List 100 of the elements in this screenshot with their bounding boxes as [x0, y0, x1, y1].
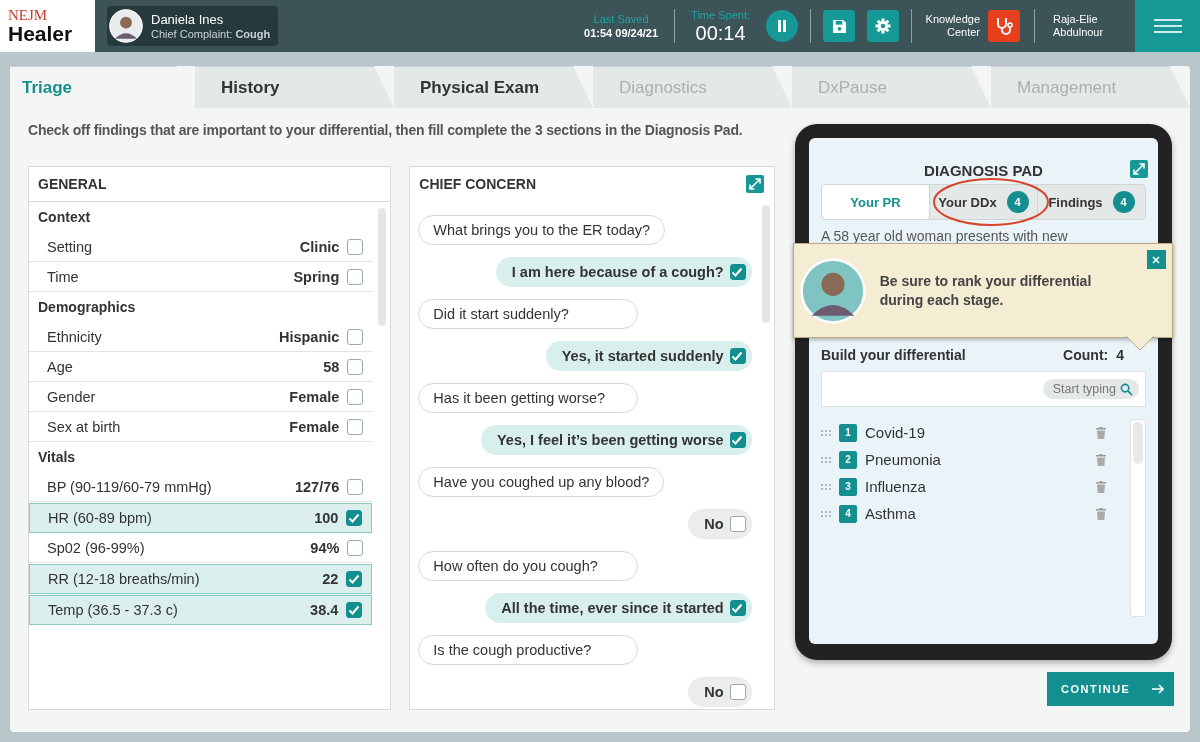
- pad-tab[interactable]: Findings 4: [1037, 185, 1145, 219]
- finding-label: Setting: [47, 238, 94, 255]
- arrow-right-icon: [1152, 684, 1164, 694]
- drag-handle-icon[interactable]: [821, 483, 831, 490]
- finding-label: Age: [47, 358, 74, 375]
- expand-icon[interactable]: [745, 175, 764, 193]
- checkbox[interactable]: [347, 478, 364, 495]
- drag-handle-icon[interactable]: [821, 429, 831, 436]
- button-label: CONTINUE: [1061, 683, 1131, 695]
- answer-text: No: [704, 516, 724, 532]
- user-name: Raja-Elie Abdulnour: [1053, 13, 1105, 39]
- finding-label: Gender: [47, 388, 97, 405]
- expand-icon[interactable]: [1130, 160, 1148, 178]
- finding-label: BP (90-119/60-79 mmHg): [47, 478, 213, 495]
- checkbox[interactable]: [347, 388, 364, 405]
- logo-mark: NEJM: [8, 7, 48, 23]
- checkbox[interactable]: [729, 600, 746, 616]
- answer-bubble[interactable]: No: [688, 509, 752, 539]
- search-field[interactable]: Start typing: [821, 371, 1146, 407]
- panel-title: CHIEF CONCERN: [419, 176, 536, 192]
- finding-label: Sp02 (96-99%): [47, 539, 146, 556]
- checkbox[interactable]: [729, 516, 746, 532]
- question-bubble[interactable]: Did it start suddenly?: [418, 299, 639, 329]
- checkbox[interactable]: [729, 264, 746, 280]
- finding-label: RR (12-18 breaths/min): [48, 571, 201, 587]
- answer-bubble[interactable]: Yes, I feel it’s been getting worse: [481, 425, 752, 455]
- trash-icon[interactable]: [1096, 507, 1106, 520]
- checkbox[interactable]: [347, 238, 364, 255]
- menu-button[interactable]: [1135, 0, 1200, 52]
- answer-text: Yes, it started suddenly: [561, 348, 724, 364]
- finding-value: 58: [323, 358, 340, 375]
- answer-bubble[interactable]: No: [688, 677, 752, 707]
- trash-icon[interactable]: [1096, 426, 1106, 439]
- finding-label: Temp (36.5 - 37.3 c): [48, 602, 179, 618]
- avatar: [109, 9, 143, 43]
- count-value: 4: [1116, 347, 1124, 363]
- timer: 00:14: [695, 22, 746, 44]
- settings-button[interactable]: [867, 10, 899, 42]
- tooltip-text: Be sure to rank your differential during each stage.: [879, 271, 1093, 310]
- finding-value: 22: [322, 571, 339, 587]
- menu-icon: [1153, 18, 1182, 34]
- scrollbar[interactable]: [378, 208, 387, 326]
- checkbox[interactable]: [346, 571, 363, 587]
- pad-title: DIAGNOSIS PAD: [923, 162, 1044, 181]
- tab[interactable]: Physical Exam: [394, 66, 593, 108]
- answer-text: Yes, I feel it’s been getting worse: [497, 432, 724, 448]
- avatar: [799, 257, 866, 324]
- finding-value: 94%: [310, 539, 340, 556]
- checkbox[interactable]: [347, 539, 364, 556]
- settings-icon: [875, 18, 891, 34]
- tab[interactable]: History: [195, 66, 394, 108]
- checkbox[interactable]: [347, 328, 364, 345]
- checkbox[interactable]: [729, 684, 746, 700]
- finding-value: 100: [314, 510, 339, 526]
- close-button[interactable]: [1146, 250, 1166, 269]
- patient-name: Daniela Ines: [151, 11, 225, 27]
- finding-value: Female: [289, 388, 340, 405]
- last-saved-value: 01:54 09/24/21: [584, 26, 659, 40]
- checkbox[interactable]: [347, 358, 364, 375]
- case-summary: A 58 year old woman presents with new: [821, 228, 1069, 246]
- question-bubble[interactable]: Have you coughed up any blood?: [418, 467, 665, 497]
- scrollbar[interactable]: [1130, 419, 1146, 617]
- answer-bubble[interactable]: I am here because of a cough?: [495, 257, 752, 287]
- stethoscope-icon: [994, 16, 1014, 36]
- question-bubble[interactable]: Is the cough productive?: [418, 635, 639, 665]
- finding-value: Clinic: [299, 238, 340, 255]
- trash-icon[interactable]: [1096, 453, 1106, 466]
- save-button[interactable]: [823, 10, 855, 42]
- answer-bubble[interactable]: Yes, it started suddenly: [545, 341, 752, 371]
- drag-handle-icon[interactable]: [821, 510, 831, 517]
- diagnosis-name: Pneumonia: [865, 451, 942, 468]
- question-bubble[interactable]: How often do you cough?: [418, 551, 639, 581]
- diagnosis-name: Influenza: [865, 478, 927, 495]
- rank-number: 1: [839, 423, 857, 442]
- answer-bubble[interactable]: All the time, ever since it started: [485, 593, 752, 623]
- finding-label: HR (60-89 bpm): [48, 510, 153, 526]
- continue-button[interactable]: CONTINUE: [1047, 672, 1174, 706]
- count-badge: 4: [1112, 191, 1135, 213]
- rank-number: 3: [839, 477, 857, 496]
- pad-tab[interactable]: Your PR: [822, 185, 929, 219]
- checkbox[interactable]: [729, 348, 746, 364]
- checkbox[interactable]: [729, 432, 746, 448]
- logo-text: Healer: [8, 22, 73, 45]
- question-bubble[interactable]: Has it been getting worse?: [418, 383, 639, 413]
- pad-tab[interactable]: Your DDx 4: [929, 185, 1037, 219]
- section-heading: Build your differential: [821, 347, 966, 363]
- checkbox[interactable]: [347, 418, 364, 435]
- finding-value: Spring: [293, 268, 340, 285]
- knowledge-center-button[interactable]: [988, 10, 1020, 42]
- question-bubble[interactable]: What brings you to the ER today?: [418, 215, 666, 245]
- checkbox[interactable]: [346, 602, 363, 618]
- search-icon: [1120, 382, 1133, 396]
- tab-label: Your DDx: [938, 194, 997, 210]
- drag-handle-icon[interactable]: [821, 456, 831, 463]
- checkbox[interactable]: [346, 510, 363, 526]
- checkbox[interactable]: [347, 268, 364, 285]
- scrollbar[interactable]: [761, 205, 770, 323]
- trash-icon[interactable]: [1096, 480, 1106, 493]
- answer-text: I am here because of a cough?: [511, 264, 724, 280]
- pause-button[interactable]: [766, 10, 798, 42]
